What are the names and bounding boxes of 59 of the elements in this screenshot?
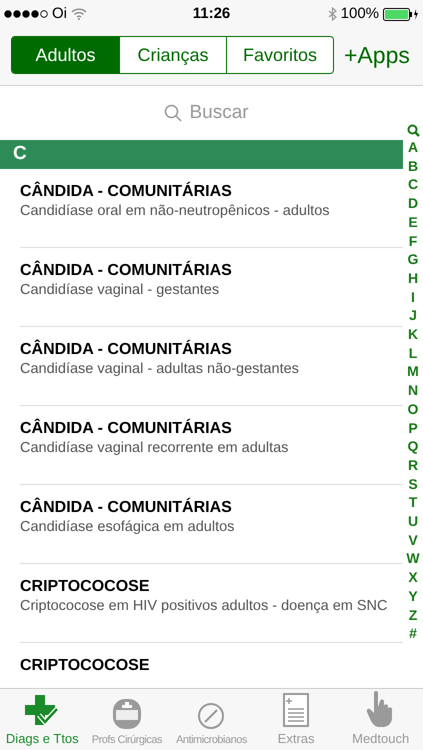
index-letter[interactable]: H bbox=[408, 268, 418, 288]
index-letter[interactable]: I bbox=[411, 288, 415, 306]
row-subtitle: Candidíase vaginal - gestantes bbox=[20, 281, 220, 299]
index-letter[interactable]: G bbox=[408, 250, 418, 269]
pill-icon bbox=[197, 702, 226, 730]
row-title[interactable]: CRIPTOCOCOSE bbox=[20, 656, 403, 676]
index-letter[interactable]: M bbox=[407, 362, 419, 382]
segment-tab[interactable]: Adultos bbox=[12, 37, 119, 73]
carrier-name: Oi bbox=[52, 4, 67, 24]
index-letter[interactable]: S bbox=[408, 474, 418, 494]
search-field[interactable]: Buscar bbox=[190, 98, 260, 128]
battery-icon bbox=[383, 8, 420, 20]
index-letter[interactable]: J bbox=[409, 306, 417, 326]
index-letter[interactable]: # bbox=[409, 624, 417, 643]
row-subtitle: Candidíase vaginal recorrente em adultas bbox=[20, 439, 290, 457]
row-subtitle: Candidíase oral em não-neutropênicos - adultos bbox=[20, 202, 331, 220]
index-letter[interactable]: B bbox=[408, 156, 418, 176]
index-letter[interactable]: K bbox=[408, 325, 418, 344]
status-time: 11:26 bbox=[192, 4, 230, 24]
index-letter[interactable]: E bbox=[408, 212, 418, 232]
row-subtitle: Candidíase esofágica em adultos bbox=[20, 518, 236, 536]
index-letter[interactable]: U bbox=[408, 512, 418, 531]
index-letter[interactable]: O bbox=[408, 400, 418, 419]
helmet-icon bbox=[112, 698, 142, 730]
segment-tab[interactable]: Favoritos bbox=[226, 37, 333, 73]
segment-tab[interactable]: Crianças bbox=[119, 37, 226, 73]
index-letter[interactable]: F bbox=[408, 232, 418, 250]
row-title[interactable]: CÂNDIDA - COMUNITÁRIAS bbox=[20, 340, 403, 360]
index-letter[interactable]: C bbox=[408, 175, 418, 194]
row-title[interactable]: CÂNDIDA - COMUNITÁRIAS bbox=[20, 419, 403, 439]
index-letter[interactable]: Y bbox=[408, 586, 418, 606]
index-letter[interactable]: X bbox=[408, 568, 418, 587]
row-subtitle: Criptococose em HIV positivos adultos - doença em SNC bbox=[20, 597, 388, 615]
apps-button[interactable]: +Apps bbox=[344, 38, 410, 72]
index-letter[interactable]: W bbox=[406, 549, 420, 568]
index-letter[interactable]: D bbox=[408, 194, 418, 213]
cross-check-icon bbox=[25, 694, 60, 726]
battery-percent: 100% bbox=[340, 4, 380, 24]
tab-bar-item[interactable]: Diags e Ttos bbox=[0, 689, 85, 750]
index-letter[interactable]: A bbox=[408, 138, 418, 157]
row-title[interactable]: CÂNDIDA - COMUNITÁRIAS bbox=[20, 498, 403, 518]
index-letter[interactable]: Z bbox=[408, 606, 418, 624]
index-letter[interactable]: R bbox=[408, 456, 418, 475]
row-title[interactable]: CÂNDIDA - COMUNITÁRIAS bbox=[20, 261, 403, 281]
row-subtitle: Candidíase vaginal - adultas não-gestantes bbox=[20, 360, 300, 378]
row-title[interactable]: CRIPTOCOCOSE bbox=[20, 577, 403, 597]
search-icon[interactable] bbox=[406, 124, 420, 137]
signal-icon bbox=[4, 10, 48, 18]
index-letter[interactable]: V bbox=[408, 530, 418, 550]
row-title[interactable]: CÂNDIDA - COMUNITÁRIAS bbox=[20, 182, 403, 202]
index-letter[interactable]: P bbox=[408, 418, 418, 438]
index-letter[interactable]: T bbox=[408, 493, 418, 512]
index-letter[interactable]: N bbox=[408, 381, 418, 400]
search-icon bbox=[164, 104, 182, 122]
index-letter[interactable]: L bbox=[408, 344, 418, 362]
wifi-icon bbox=[71, 8, 87, 20]
index-letter[interactable]: Q bbox=[408, 437, 418, 456]
bluetooth-icon bbox=[328, 7, 337, 21]
document-icon bbox=[283, 692, 310, 726]
